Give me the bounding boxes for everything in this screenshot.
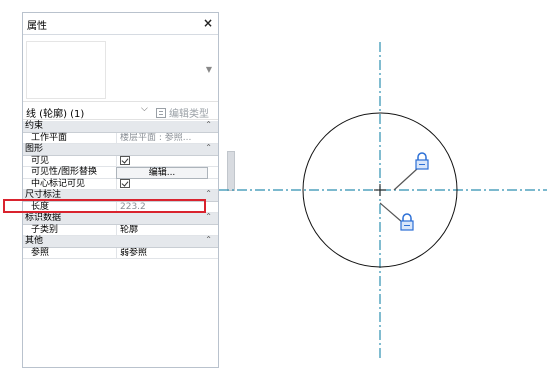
lock-icon[interactable] — [415, 152, 429, 170]
property-value[interactable]: 弱参照 — [116, 247, 208, 259]
category-label: 约束 — [25, 121, 44, 131]
edit-type-label: 编辑类型 — [169, 109, 209, 120]
drawing-canvas[interactable] — [219, 0, 547, 368]
leader-line-lower — [379, 202, 403, 223]
revit-logo-icon — [45, 52, 85, 88]
checkbox[interactable] — [120, 178, 130, 188]
property-checkbox-cell — [116, 178, 208, 190]
leader-line-upper — [393, 168, 418, 191]
property-value: 223.2 — [116, 201, 208, 213]
property-row[interactable]: 可见性/图形替换 编辑... — [23, 167, 218, 179]
chevron-up-icon[interactable]: ⌃ — [205, 212, 212, 221]
category-row[interactable]: 尺寸标注 ⌃ — [23, 189, 218, 202]
category-label: 其他 — [25, 236, 44, 246]
category-label: 尺寸标注 — [25, 190, 62, 200]
chevron-up-icon[interactable]: ⌃ — [205, 143, 212, 152]
panel-title: 属性 — [27, 21, 47, 32]
category-label: 标识数据 — [25, 213, 62, 223]
property-row[interactable]: 长度 223.2 — [23, 201, 218, 213]
property-row[interactable]: 中心标记可见 — [23, 178, 218, 190]
property-row[interactable]: 子类别 轮廓 — [23, 224, 218, 236]
category-row[interactable]: 图形 ⌃ — [23, 143, 218, 156]
type-selector[interactable]: 线 (轮廓) (1) ⌵ 编辑类型 — [23, 101, 218, 120]
property-label: 中心标记可见 — [31, 178, 86, 189]
category-row[interactable]: 约束 ⌃ — [23, 120, 218, 133]
category-row[interactable]: 其他 ⌃ — [23, 235, 218, 248]
category-row[interactable]: 标识数据 ⌃ — [23, 212, 218, 225]
edit-button[interactable]: 编辑... — [116, 167, 208, 179]
property-label: 工作平面 — [31, 132, 68, 143]
property-value[interactable]: 轮廓 — [116, 224, 208, 236]
property-row[interactable]: 工作平面 楼层平面 : 参照... — [23, 132, 218, 144]
properties-titlebar: 属性 × — [23, 13, 218, 35]
checkbox[interactable] — [120, 155, 130, 165]
edit-type-icon — [156, 108, 166, 118]
lock-icon[interactable] — [400, 213, 414, 231]
property-label: 子类别 — [31, 224, 59, 235]
type-selector-name: 线 (轮廓) (1) — [26, 109, 85, 120]
property-label: 参照 — [31, 247, 50, 258]
chevron-up-icon[interactable]: ⌃ — [205, 235, 212, 244]
close-icon[interactable]: × — [203, 16, 213, 30]
chevron-down-icon[interactable]: ▼ — [206, 65, 212, 74]
property-label: 可见性/图形替换 — [31, 167, 98, 177]
edit-type-button[interactable]: 编辑类型 — [156, 105, 209, 120]
properties-grid: 约束 ⌃ 工作平面 楼层平面 : 参照... 图形 ⌃ 可见 可见性/图形替换 编辑... 中心标… — [23, 120, 218, 259]
property-value: 楼层平面 : 参照... — [116, 132, 208, 144]
property-checkbox-cell — [116, 155, 208, 167]
property-row[interactable]: 可见 — [23, 155, 218, 167]
properties-panel: 属性 × ▼ 线 (轮廓) (1) ⌵ 编辑类型 约束 ⌃ 工作平面 楼层平面 : 参… — [22, 12, 235, 368]
chevron-up-icon[interactable]: ⌃ — [205, 189, 212, 198]
property-label: 可见 — [31, 155, 50, 166]
chevron-down-icon[interactable]: ⌵ — [141, 104, 148, 114]
chevron-up-icon[interactable]: ⌃ — [205, 120, 212, 129]
type-preview-image — [26, 41, 106, 99]
property-label: 长度 — [31, 201, 50, 212]
property-row[interactable]: 参照 弱参照 — [23, 247, 218, 259]
category-label: 图形 — [25, 144, 44, 154]
